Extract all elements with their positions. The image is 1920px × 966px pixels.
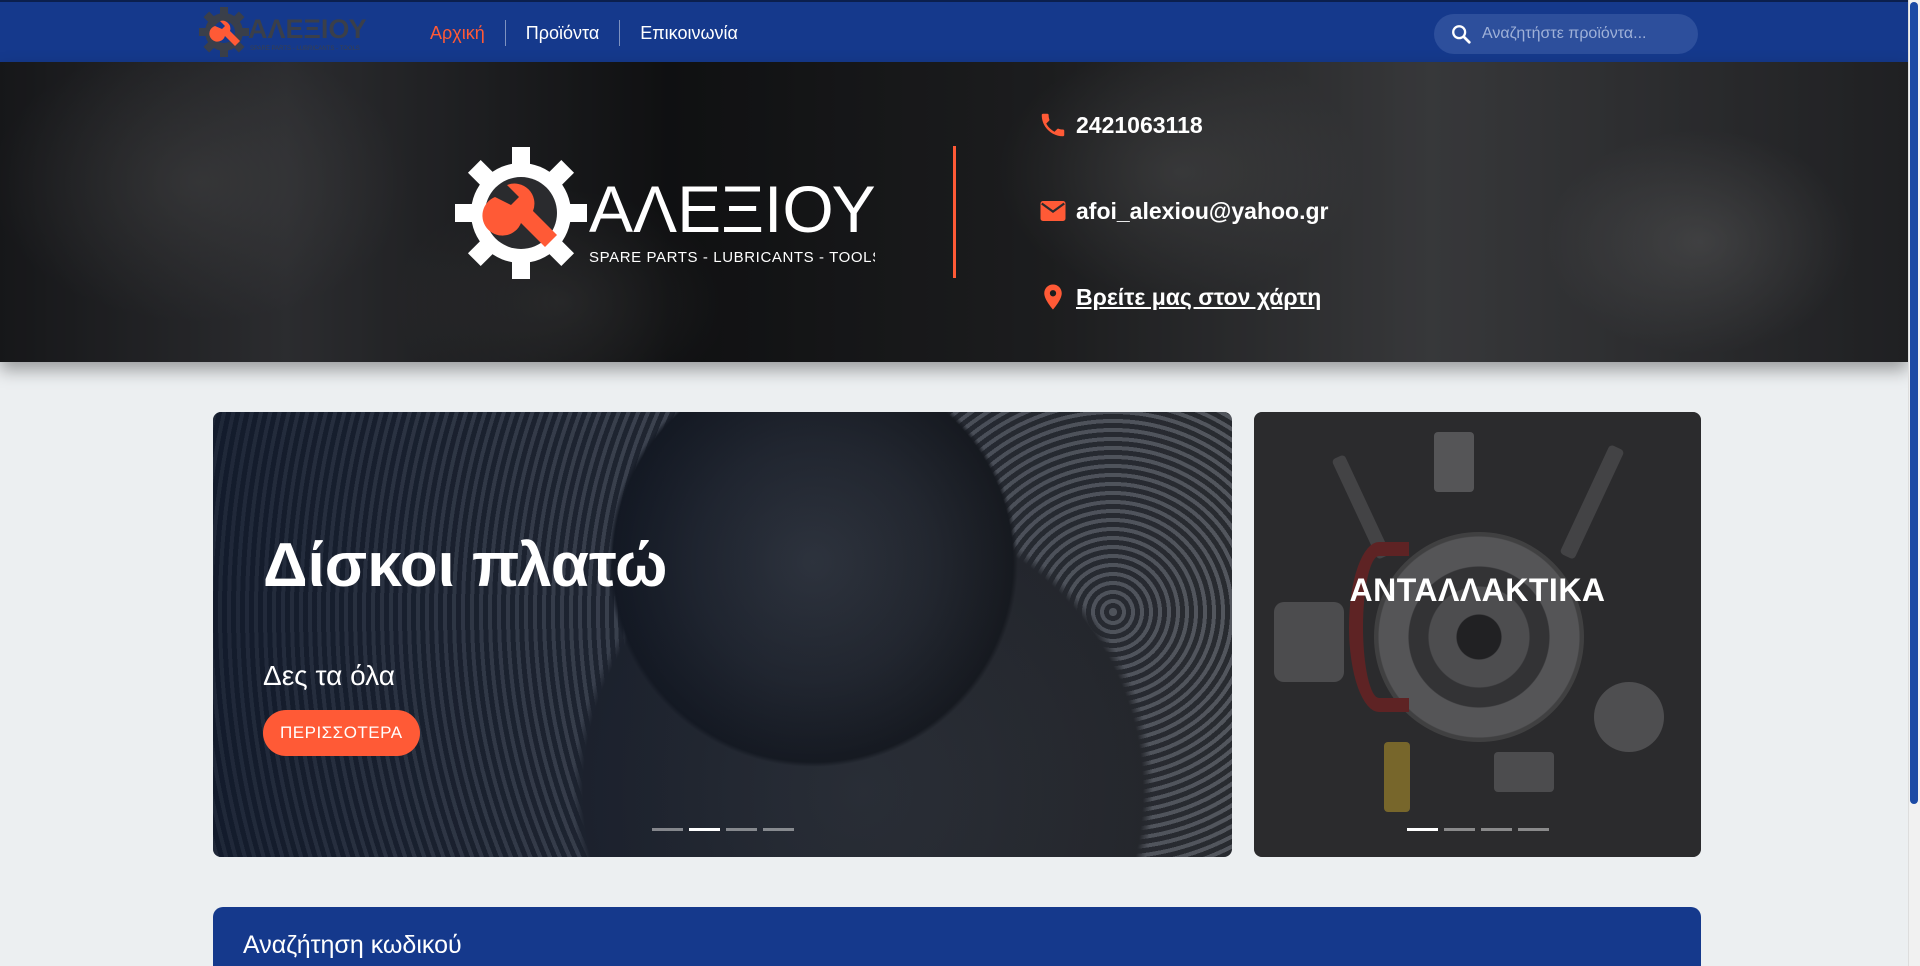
product-search-box[interactable]	[1434, 14, 1698, 54]
carousel-indicator[interactable]	[689, 828, 720, 831]
main-carousel-title: Δίσκοι πλατώ	[263, 531, 668, 600]
phone-number[interactable]: 2421063118	[1076, 112, 1203, 139]
side-carousel-title: ΑΝΤΑΛΛΑΚΤΙΚΑ	[1349, 572, 1606, 608]
svg-text:ΑΛΕΞΙΟΥ: ΑΛΕΞΙΟΥ	[248, 14, 367, 44]
spare-parts-carousel[interactable]: ΑΝΤΑΛΛΑΚΤΙΚΑ	[1254, 412, 1701, 857]
contact-phone[interactable]: 2421063118	[1038, 110, 1203, 140]
nav-link-home[interactable]: Αρχική	[410, 20, 505, 46]
scrollbar-thumb[interactable]	[1910, 2, 1918, 804]
code-search-title: Αναζήτηση κωδικού	[243, 931, 462, 959]
contact-email[interactable]: afoi_alexiou@yahoo.gr	[1038, 196, 1328, 226]
main-carousel-indicators	[652, 828, 794, 831]
svg-text:SPARE PARTS - LUBRICANTS - TOO: SPARE PARTS - LUBRICANTS - TOOLS	[250, 46, 360, 52]
hero-divider	[953, 146, 956, 278]
page-scrollbar[interactable]	[1908, 0, 1920, 966]
search-icon[interactable]	[1450, 23, 1472, 45]
main-carousel-subtitle: Δες τα όλα	[263, 660, 395, 691]
hero-logo: ΑΛΕΞΙΟΥ SPARE PARTS - LUBRICANTS - TOOLS	[455, 147, 875, 279]
email-address[interactable]: afoi_alexiou@yahoo.gr	[1076, 198, 1328, 225]
nav-link-products[interactable]: Προϊόντα	[506, 20, 620, 46]
side-carousel-overlay	[1254, 412, 1701, 857]
side-carousel-indicators	[1407, 828, 1549, 831]
nav-links: Αρχική Προϊόντα Επικοινωνία	[410, 2, 758, 64]
hero-banner: ΑΛΕΞΙΟΥ SPARE PARTS - LUBRICANTS - TOOLS…	[0, 62, 1908, 362]
navbar-logo[interactable]: ΑΛΕΞΙΟΥ SPARE PARTS - LUBRICANTS - TOOLS	[198, 6, 380, 58]
map-link[interactable]: Βρείτε μας στον χάρτη	[1076, 284, 1321, 311]
main-carousel[interactable]: Δίσκοι πλατώ Δες τα όλα ΠΕΡΙΣΣΟΤΕΡΑ	[213, 412, 1232, 857]
carousel-indicator[interactable]	[652, 828, 683, 831]
product-search-input[interactable]	[1482, 25, 1682, 43]
more-button[interactable]: ΠΕΡΙΣΣΟΤΕΡΑ	[263, 710, 420, 756]
mail-icon	[1040, 201, 1066, 221]
carousel-indicator[interactable]	[726, 828, 757, 831]
main-carousel-shade	[213, 412, 1232, 857]
carousel-indicator[interactable]	[1407, 828, 1438, 831]
carousel-indicator[interactable]	[1444, 828, 1475, 831]
phone-icon	[1041, 113, 1065, 137]
svg-text:ΑΛΕΞΙΟΥ: ΑΛΕΞΙΟΥ	[589, 172, 875, 246]
nav-link-contact[interactable]: Επικοινωνία	[620, 20, 758, 46]
carousel-indicator[interactable]	[1518, 828, 1549, 831]
code-search-panel: Αναζήτηση κωδικού	[213, 907, 1701, 966]
contact-map[interactable]: Βρείτε μας στον χάρτη	[1038, 282, 1321, 312]
location-pin-icon	[1044, 284, 1062, 310]
carousel-indicator[interactable]	[763, 828, 794, 831]
top-navbar: ΑΛΕΞΙΟΥ SPARE PARTS - LUBRICANTS - TOOLS…	[0, 0, 1908, 62]
svg-text:SPARE PARTS - LUBRICANTS - TOO: SPARE PARTS - LUBRICANTS - TOOLS	[589, 249, 875, 266]
carousel-indicator[interactable]	[1481, 828, 1512, 831]
